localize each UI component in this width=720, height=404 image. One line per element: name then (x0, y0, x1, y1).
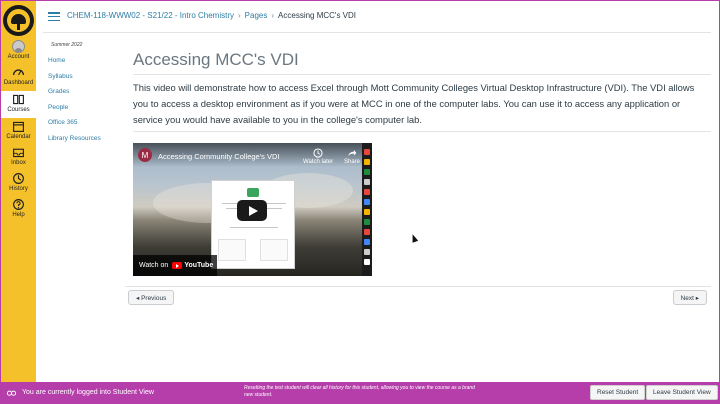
mouse-cursor-icon (409, 233, 419, 243)
pager-divider (125, 286, 711, 287)
course-nav: Home Syllabus Grades People Office 365 L… (48, 57, 101, 150)
nav-account-label: Account (7, 54, 30, 60)
nav-history[interactable]: History (1, 172, 36, 193)
dashboard-icon (12, 69, 25, 76)
course-nav-grades[interactable]: Grades (48, 88, 101, 104)
video-title[interactable]: Accessing Community College's VDI (158, 152, 279, 161)
title-divider (133, 74, 711, 75)
watch-later-label: Watch later (303, 159, 334, 165)
watch-on-label: Watch on (139, 262, 169, 269)
nav-dashboard-label: Dashboard (3, 80, 34, 86)
body-divider (133, 131, 711, 132)
clock-icon (313, 148, 323, 158)
reset-student-button[interactable]: Reset Student (590, 385, 646, 400)
inbox-icon (13, 148, 24, 158)
nav-help[interactable]: Help (1, 198, 36, 219)
watch-later-button[interactable]: Watch later (303, 148, 333, 165)
history-icon (13, 173, 24, 184)
nav-dashboard[interactable]: Dashboard (1, 66, 36, 87)
breadcrumb: CHEM-118-WWW02 - S21/22 - Intro Chemistr… (67, 11, 356, 20)
nav-account[interactable]: Account (1, 40, 36, 61)
next-button[interactable]: Next ▸ (672, 290, 707, 305)
video-thumbnail-dialog (211, 180, 295, 269)
share-label: Share (344, 159, 361, 165)
course-nav-office-365[interactable]: Office 365 (48, 119, 101, 135)
video-embed[interactable]: M Accessing Community College's VDI Watc… (133, 143, 372, 276)
student-view-bar: You are currently logged into Student Vi… (1, 382, 719, 403)
breadcrumb-pages-link[interactable]: Pages (245, 11, 268, 20)
breadcrumb-separator-icon: › (271, 11, 275, 20)
breadcrumb-course-link[interactable]: CHEM-118-WWW02 - S21/22 - Intro Chemistr… (67, 11, 234, 20)
global-nav: Account Dashboard Courses Calendar Inbox… (1, 1, 36, 384)
breadcrumb-current: Accessing MCC's VDI (278, 11, 357, 20)
page-body-text: This video will demonstrate how to acces… (133, 82, 695, 125)
account-avatar-icon (12, 40, 25, 53)
calendar-icon (13, 121, 24, 132)
share-icon (348, 149, 357, 157)
youtube-logo-icon: YouTube (172, 262, 213, 269)
leave-student-view-button[interactable]: Leave Student View (646, 385, 718, 400)
nav-history-label: History (9, 186, 28, 192)
course-nav-people[interactable]: People (48, 104, 101, 120)
previous-button[interactable]: ◂ Previous (128, 290, 175, 305)
courses-icon (13, 94, 24, 105)
help-icon (13, 199, 24, 210)
college-logo[interactable] (3, 5, 34, 36)
nav-help-label: Help (12, 212, 25, 218)
student-view-icon (6, 390, 17, 396)
course-nav-home[interactable]: Home (48, 57, 101, 73)
page-title: Accessing MCC's VDI (133, 50, 299, 69)
student-view-message: You are currently logged into Student Vi… (22, 389, 154, 396)
video-side-taskbar (362, 143, 372, 276)
channel-avatar-icon[interactable]: M (138, 148, 152, 162)
nav-inbox[interactable]: Inbox (1, 146, 36, 167)
course-nav-library-resources[interactable]: Library Resources (48, 135, 101, 151)
watch-on-youtube-button[interactable]: Watch on YouTube (133, 255, 217, 276)
nav-calendar[interactable]: Calendar (1, 120, 36, 141)
course-nav-syllabus[interactable]: Syllabus (48, 73, 101, 89)
term-label: Summer 2022 (51, 42, 83, 48)
course-menu-toggle-icon[interactable] (48, 12, 60, 22)
header-divider (43, 32, 711, 33)
nav-inbox-label: Inbox (11, 160, 26, 166)
breadcrumb-separator-icon: › (238, 11, 241, 20)
play-button-icon[interactable] (237, 200, 267, 221)
nav-courses[interactable]: Courses (1, 91, 36, 118)
nav-calendar-label: Calendar (6, 134, 31, 140)
nav-courses-label: Courses (7, 107, 30, 113)
student-view-note: Resetting the test student will clear al… (244, 385, 475, 398)
share-button[interactable]: Share (344, 148, 360, 165)
